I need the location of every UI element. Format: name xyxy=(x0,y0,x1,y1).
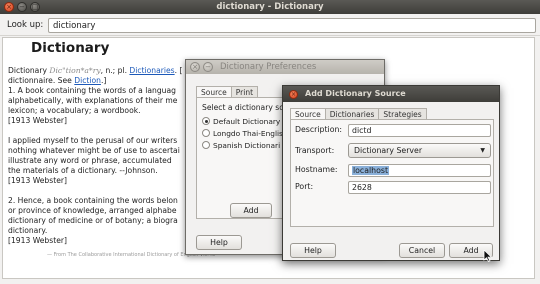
page-title: Dictionary xyxy=(31,40,110,56)
prefs-titlebar[interactable]: × − Dictionary Preferences xyxy=(186,60,384,74)
chevron-down-icon: ▼ xyxy=(480,147,485,154)
main-titlebar[interactable]: × − □ dictionary - Dictionary xyxy=(0,0,540,14)
pronunciation: Dic"tion*a*ry xyxy=(49,66,101,75)
description-label: Description: xyxy=(295,125,343,134)
select-source-label: Select a dictionary sour xyxy=(202,103,292,112)
link-dictionaries[interactable]: Dictionaries xyxy=(129,66,174,75)
cancel-button[interactable]: Cancel xyxy=(399,243,445,258)
add-source-panel: Description: dictd Transport: Dictionary… xyxy=(290,119,494,227)
radio-icon[interactable] xyxy=(202,141,210,149)
prefs-title: Dictionary Preferences xyxy=(220,62,317,72)
add-source-dialog: × Add Dictionary Source Source Dictionar… xyxy=(282,85,500,261)
lookup-bar: Look up: xyxy=(0,14,540,36)
transport-value: Dictionary Server xyxy=(354,146,423,155)
close-icon[interactable]: × xyxy=(289,90,298,99)
port-label: Port: xyxy=(295,182,314,191)
transport-label: Transport: xyxy=(295,146,335,155)
hostname-value: localhost xyxy=(352,166,389,175)
prefs-help-button[interactable]: Help xyxy=(196,235,242,250)
add-source-help-button[interactable]: Help xyxy=(290,243,336,258)
radio-selected-icon[interactable] xyxy=(202,117,210,125)
add-source-title: Add Dictionary Source xyxy=(305,89,406,98)
transport-select[interactable]: Dictionary Server ▼ xyxy=(348,143,491,158)
mouse-pointer-icon xyxy=(483,250,493,262)
port-field[interactable]: 2628 xyxy=(348,181,491,194)
radio-icon[interactable] xyxy=(202,129,210,137)
hostname-field[interactable]: localhost xyxy=(348,164,491,177)
hostname-label: Hostname: xyxy=(295,165,338,174)
description-field[interactable]: dictd xyxy=(348,124,491,137)
lookup-label: Look up: xyxy=(7,20,44,30)
add-source-titlebar[interactable]: × Add Dictionary Source xyxy=(283,86,499,102)
lookup-input[interactable] xyxy=(48,18,536,33)
prefs-add-button[interactable]: Add xyxy=(230,203,272,218)
link-diction[interactable]: Diction xyxy=(74,76,101,85)
window-title: dictionary - Dictionary xyxy=(216,2,324,12)
